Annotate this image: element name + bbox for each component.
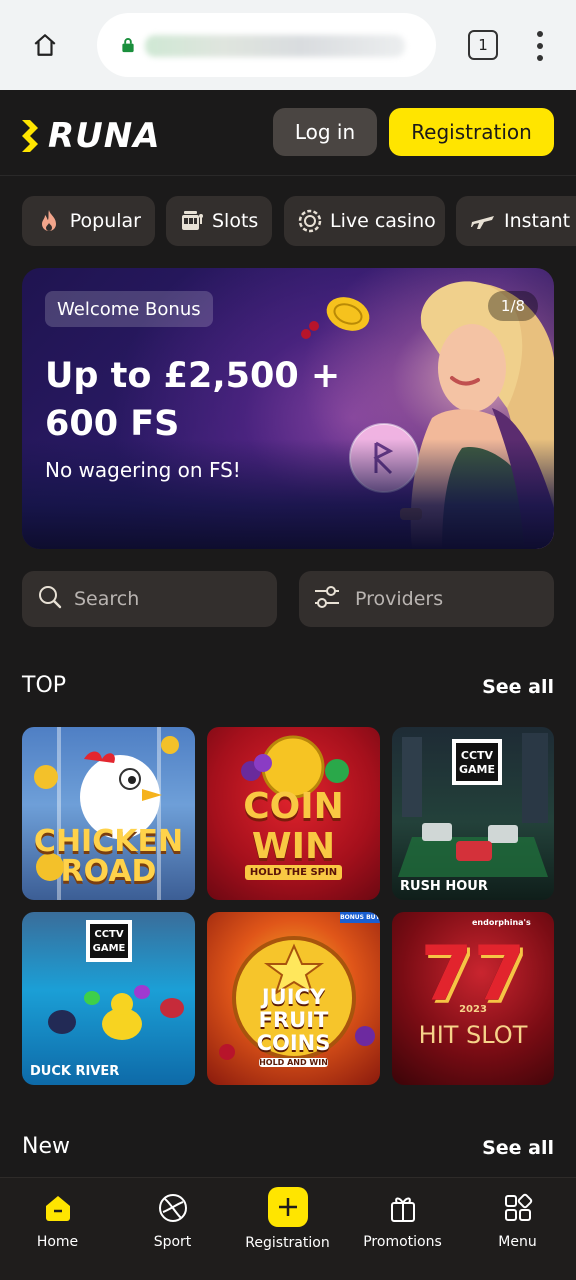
nav-home[interactable]: Home: [0, 1178, 115, 1280]
providers-button[interactable]: Providers: [299, 571, 554, 627]
address-bar[interactable]: [97, 13, 436, 77]
game-title: COIN WIN: [243, 786, 344, 867]
chip-label: Live casino: [330, 210, 436, 232]
airplane-icon: [470, 208, 496, 234]
nav-menu[interactable]: Menu: [460, 1178, 575, 1280]
banner-tag: Welcome Bonus: [45, 291, 213, 327]
grid-menu-icon: [500, 1190, 536, 1226]
category-chips: Popular Slots Live casino Instant: [22, 196, 576, 246]
game-title: CHICKEN ROAD: [33, 824, 184, 889]
browser-toolbar: 1: [0, 0, 576, 90]
game-studio: endorphina's: [472, 918, 531, 927]
top-section-title: TOP: [22, 673, 67, 698]
home-icon: [40, 1190, 76, 1226]
game-tile-juicy-fruit-coins[interactable]: BONUS BUY JUICY FRUIT COINS HOLD AND WIN: [207, 912, 380, 1085]
nav-label: Menu: [498, 1234, 537, 1250]
nav-label: Registration: [245, 1235, 330, 1251]
game-tile-coin-win[interactable]: COIN WIN HOLD THE SPIN: [207, 727, 380, 900]
chip-label: Instant: [504, 210, 571, 232]
lucky-seven-icon: 77: [420, 929, 526, 1018]
game-caption: HOLD AND WIN: [259, 1058, 328, 1067]
game-tile-rush-hour[interactable]: CCTV GAME RUSH HOUR: [392, 727, 554, 900]
banner-water: [22, 439, 554, 549]
blurred-url: [145, 35, 405, 57]
game-caption: RUSH HOUR: [400, 879, 488, 894]
game-title: HIT SLOT: [418, 1021, 528, 1049]
nav-label: Home: [36, 1234, 79, 1250]
nav-promotions[interactable]: Promotions: [345, 1178, 460, 1280]
game-caption: HOLD THE SPIN: [245, 865, 342, 880]
chip-popular[interactable]: Popular: [22, 196, 155, 246]
search-field[interactable]: [22, 571, 277, 627]
logo-text: RUNA: [48, 116, 161, 156]
banner-subtitle: No wagering on FS!: [45, 458, 241, 482]
chip-slots[interactable]: Slots: [166, 196, 272, 246]
registration-button[interactable]: Registration: [389, 108, 554, 156]
bonus-buy-badge: BONUS BUY: [340, 912, 380, 923]
search-input[interactable]: [74, 588, 254, 610]
lock-icon: [122, 38, 134, 53]
game-tile-hit-slot[interactable]: endorphina's 77 2023 HIT SLOT: [392, 912, 554, 1085]
game-tile-duck-river[interactable]: CCTV GAME DUCK RIVER: [22, 912, 195, 1085]
bottom-navigation: Home Sport Registration Promotions Menu: [0, 1177, 576, 1280]
nav-label: Sport: [153, 1234, 192, 1250]
game-caption: DUCK RIVER: [30, 1064, 120, 1079]
browser-home-icon[interactable]: [26, 26, 64, 64]
chip-instant[interactable]: Instant: [456, 196, 576, 246]
nav-sport[interactable]: Sport: [115, 1178, 230, 1280]
game-year: 2023: [459, 1004, 487, 1015]
game-title: CCTV GAME: [458, 749, 495, 776]
filter-sliders-icon: [313, 584, 341, 615]
top-see-all-link[interactable]: See all: [482, 676, 554, 698]
new-see-all-link[interactable]: See all: [482, 1137, 554, 1159]
ball-icon: [155, 1190, 191, 1226]
runa-logo-mark-icon: [22, 120, 38, 152]
game-tile-chicken-road[interactable]: CHICKEN ROAD: [22, 727, 195, 900]
gift-icon: [385, 1190, 421, 1226]
providers-label: Providers: [355, 588, 444, 610]
login-button[interactable]: Log in: [273, 108, 377, 156]
search-icon: [38, 585, 62, 613]
chip-label: Popular: [69, 210, 141, 232]
chip-label: Slots: [212, 210, 259, 232]
casino-chip-icon: [298, 208, 322, 234]
chip-live-casino[interactable]: Live casino: [284, 196, 445, 246]
nav-registration[interactable]: Registration: [230, 1178, 345, 1280]
more-options-icon[interactable]: [530, 28, 550, 64]
slot-machine-icon: [180, 208, 204, 234]
plus-icon: [267, 1187, 308, 1227]
nav-label: Promotions: [363, 1234, 442, 1250]
new-section-title: New: [22, 1134, 70, 1159]
flame-icon: [36, 208, 62, 234]
game-title: CCTV GAME: [92, 929, 126, 954]
banner-slide-counter: 1/8: [488, 291, 538, 321]
game-title: JUICY FRUIT COINS: [256, 985, 331, 1055]
tab-switcher-button[interactable]: 1: [468, 30, 498, 60]
runa-logo[interactable]: RUNA: [22, 116, 161, 156]
banner-title: Up to £2,500 + 600 FS: [45, 356, 341, 444]
promo-banner[interactable]: Welcome Bonus 1/8 Up to £2,500 + 600 FS …: [22, 268, 554, 549]
